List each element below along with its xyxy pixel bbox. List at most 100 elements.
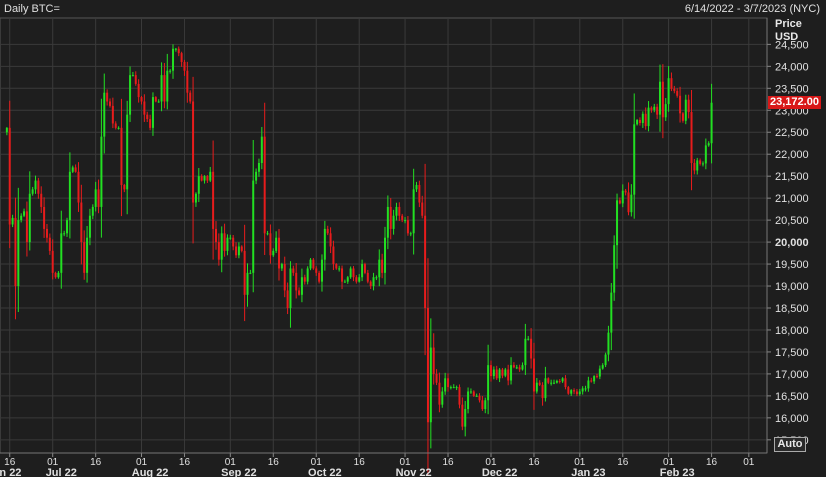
candle-body xyxy=(97,189,100,207)
candle-body xyxy=(312,259,315,269)
candle-body xyxy=(243,250,246,295)
candle-body xyxy=(326,228,329,234)
candle-body xyxy=(329,233,332,247)
candle-body xyxy=(252,180,255,273)
candle-body xyxy=(398,206,401,216)
candle-body xyxy=(31,189,34,194)
y-tick-label: 19,000 xyxy=(775,281,809,293)
candle-body xyxy=(298,290,301,295)
candle-body xyxy=(45,228,48,238)
candle-body xyxy=(57,272,60,278)
candle-body xyxy=(492,369,495,377)
candle-body xyxy=(564,378,567,388)
candle-body xyxy=(140,97,143,102)
candle-body xyxy=(467,391,470,410)
candle-body xyxy=(406,220,409,234)
candle-body xyxy=(510,365,513,381)
candle-body xyxy=(435,373,438,383)
x-tick-label: 16 xyxy=(268,457,280,468)
candle-body xyxy=(607,332,610,355)
candle-body xyxy=(212,171,215,229)
candle-body xyxy=(481,400,484,410)
candle-body xyxy=(355,277,358,282)
candle-body xyxy=(535,382,538,392)
candle-body xyxy=(598,368,601,377)
candle-body xyxy=(679,95,682,114)
currency-label-text: USD xyxy=(775,31,799,43)
candle-body xyxy=(17,220,20,287)
candle-body xyxy=(487,365,490,401)
candle-body xyxy=(661,81,664,118)
candle-body xyxy=(149,119,152,128)
candle-body xyxy=(641,113,644,124)
price-axis-label: Price USD xyxy=(775,18,802,44)
candle-body xyxy=(94,189,97,207)
candle-body xyxy=(260,136,263,163)
chart-svg[interactable]: 15,50016,00016,50017,00017,50018,00018,5… xyxy=(0,0,826,477)
candle-body xyxy=(644,113,647,127)
candle-body xyxy=(449,387,452,389)
candle-body xyxy=(381,259,384,273)
candle-body xyxy=(495,369,498,379)
candle-body xyxy=(570,390,573,394)
plot-area[interactable] xyxy=(0,17,768,454)
x-tick-label: 01 xyxy=(743,457,755,468)
candle-body xyxy=(166,70,169,102)
candle-body xyxy=(266,233,269,235)
candle-body xyxy=(636,119,639,125)
candle-body xyxy=(699,160,702,164)
y-tick-label: 17,500 xyxy=(775,347,809,359)
candle-body xyxy=(286,290,289,308)
candle-body xyxy=(650,107,653,110)
y-tick-label: 16,500 xyxy=(775,391,809,403)
candle-body xyxy=(478,395,481,401)
candle-body xyxy=(229,237,232,239)
candle-body xyxy=(438,382,441,405)
candle-body xyxy=(515,367,518,369)
y-tick-label: 16,000 xyxy=(775,413,809,425)
candle-body xyxy=(590,380,593,382)
candle-body xyxy=(108,101,111,106)
auto-scale-button[interactable]: Auto xyxy=(774,437,806,452)
candle-body xyxy=(303,277,306,282)
candle-body xyxy=(667,78,670,105)
y-tick-label: 23,500 xyxy=(775,83,809,95)
x-tick-label: 16 xyxy=(706,457,718,468)
candle-body xyxy=(68,171,71,221)
candle-body xyxy=(621,190,624,204)
candle-body xyxy=(226,237,229,251)
candle-body xyxy=(544,378,547,399)
candle-body xyxy=(461,404,464,427)
candle-body xyxy=(455,387,458,389)
candle-body xyxy=(653,106,656,110)
candle-body xyxy=(687,99,690,113)
candle-body xyxy=(51,250,54,273)
candle-body xyxy=(624,190,627,193)
candle-body xyxy=(91,206,94,216)
candle-body xyxy=(604,354,607,366)
x-tick-label: 16 xyxy=(617,457,629,468)
candle-body xyxy=(386,206,389,238)
candle-body xyxy=(54,272,57,278)
candle-body xyxy=(575,391,578,395)
candle-body xyxy=(610,292,613,333)
candle-body xyxy=(541,384,544,399)
candle-body xyxy=(338,268,341,270)
candle-body xyxy=(518,367,521,370)
candle-body xyxy=(151,97,154,128)
candle-body xyxy=(100,136,103,207)
candle-body xyxy=(40,193,43,207)
candle-body xyxy=(358,277,361,282)
candle-body xyxy=(507,369,510,381)
candle-body xyxy=(363,264,366,273)
candle-body xyxy=(389,206,392,229)
candle-body xyxy=(547,378,550,383)
candle-body xyxy=(341,268,344,282)
candle-body xyxy=(5,127,8,133)
candle-body xyxy=(676,90,679,96)
y-tick-label: 21,000 xyxy=(775,193,809,205)
candle-body xyxy=(43,206,46,229)
candle-body xyxy=(693,163,696,171)
candle-body xyxy=(618,200,621,204)
candle-body xyxy=(174,48,177,50)
